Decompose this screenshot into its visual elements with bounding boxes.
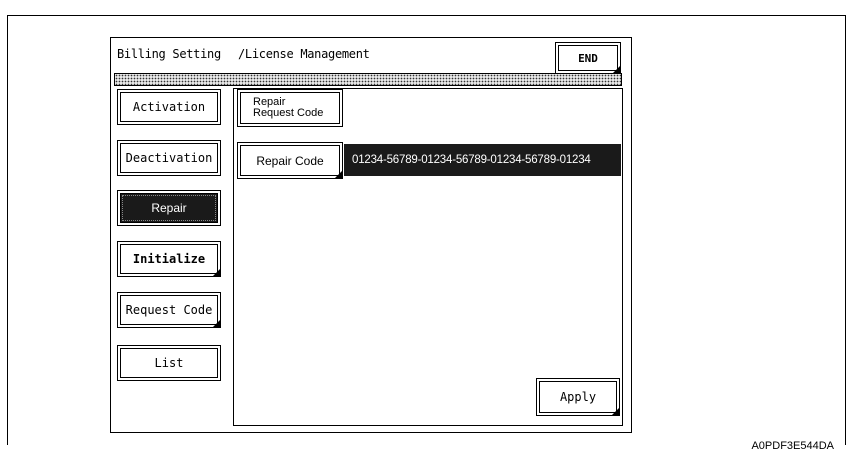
apply-button[interactable]: Apply <box>536 378 620 416</box>
sidebar-item-label: Repair <box>151 201 187 215</box>
page-title: /License Management <box>238 47 370 61</box>
sidebar-item-repair[interactable]: Repair <box>117 190 221 226</box>
breadcrumb-billing-setting: Billing Setting <box>117 47 221 61</box>
apply-button-label: Apply <box>559 390 597 404</box>
end-button-label: END <box>578 51 598 65</box>
sidebar-item-label: Initialize <box>132 252 206 266</box>
repair-code-button[interactable]: Repair Code <box>237 142 343 179</box>
repair-panel <box>233 88 623 426</box>
sidebar-item-label: List <box>154 356 184 370</box>
sidebar-item-list[interactable]: List <box>117 345 221 381</box>
end-button[interactable]: END <box>555 42 621 74</box>
sidebar-item-activation[interactable]: Activation <box>117 89 221 125</box>
sidebar-item-label: Activation <box>132 100 206 114</box>
repair-code-text: 01234-56789-01234-56789-01234-56789-0123… <box>352 154 591 166</box>
sidebar-item-label: Request Code <box>125 303 213 317</box>
sidebar-item-deactivation[interactable]: Deactivation <box>117 140 221 176</box>
repair-code-button-label: Repair Code <box>256 153 324 168</box>
figure-id: A0PDF3E544DA <box>751 440 834 452</box>
header-divider <box>114 73 622 86</box>
sidebar-item-initialize[interactable]: Initialize <box>117 241 221 277</box>
repair-code-value: 01234-56789-01234-56789-01234-56789-0123… <box>344 144 621 176</box>
sidebar-item-label: Deactivation <box>125 151 213 165</box>
sidebar-item-request-code[interactable]: Request Code <box>117 292 221 328</box>
repair-request-code-label-line2: Request Code <box>253 107 324 119</box>
repair-request-code-button[interactable]: Repair Request Code <box>237 89 343 127</box>
